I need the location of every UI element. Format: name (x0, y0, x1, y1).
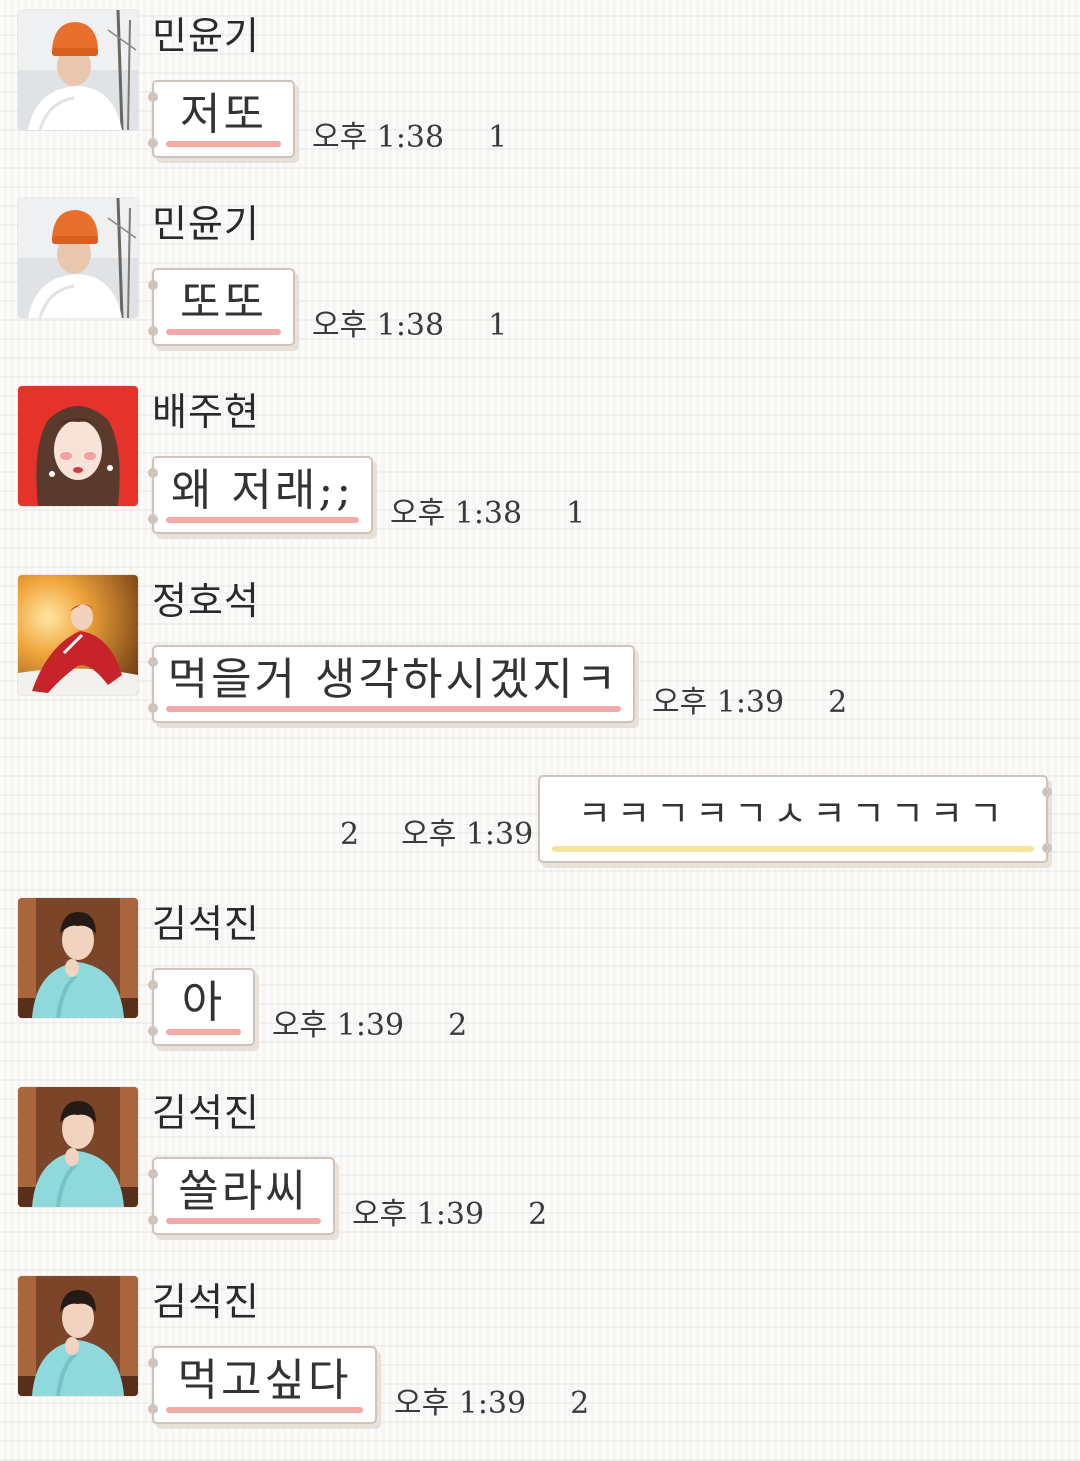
message-text: ㅋㅋㄱㅋㄱㅅㅋㄱㄱㅋㄱ (577, 794, 1009, 835)
avatar-orange-beanie[interactable] (18, 10, 138, 130)
profile-photo-icon (18, 386, 138, 506)
avatar-blue-sweater[interactable] (18, 1087, 138, 1207)
profile-photo-icon (18, 575, 138, 695)
highlight-underline (166, 329, 281, 335)
message-bubble[interactable]: 먹고싶다 (148, 1346, 377, 1424)
unread-count: 2 (528, 1197, 548, 1232)
profile-photo-icon (18, 10, 138, 130)
message-meta: 오후 1:38 1 (390, 496, 585, 532)
avatar-blue-sweater[interactable] (18, 898, 138, 1018)
sender-name: 배주현 (152, 390, 260, 434)
highlight-underline (166, 141, 281, 147)
unread-count: 1 (566, 496, 586, 531)
profile-photo-icon (18, 198, 138, 318)
message-time: 오후 1:39 (272, 1008, 405, 1043)
avatar-red-background[interactable] (18, 386, 138, 506)
avatar-blue-sweater[interactable] (18, 1276, 138, 1396)
chat-message-list[interactable]: 민윤기 저또 오후 1:38 1 민윤기 또또 오후 1:38 1 배주현 왜 … (0, 0, 1080, 1461)
message-meta: 오후 1:38 1 (312, 308, 507, 344)
message-text: 아 (181, 977, 226, 1028)
highlight-underline (166, 1218, 321, 1224)
message-bubble-outgoing[interactable]: ㅋㅋㄱㅋㄱㅅㅋㄱㄱㅋㄱ (538, 775, 1052, 863)
unread-count: 2 (448, 1008, 468, 1043)
sender-name: 김석진 (152, 902, 260, 946)
message-meta: 오후 1:38 1 (312, 120, 507, 156)
sender-name: 민윤기 (152, 14, 260, 58)
sender-name: 김석진 (152, 1091, 260, 1135)
message-text: 먹을거 생각하시겠지ㅋ (167, 654, 620, 705)
message-time: 오후 1:38 (312, 308, 445, 343)
message-text: 저또 (180, 89, 267, 140)
message-text: 먹고싶다 (177, 1355, 352, 1406)
unread-count: 2 (340, 817, 360, 852)
sender-name: 김석진 (152, 1280, 260, 1324)
profile-photo-icon (18, 1276, 138, 1396)
message-text: 또또 (180, 277, 267, 328)
highlight-underline (166, 517, 359, 523)
message-bubble[interactable]: 왜 저래;; (148, 456, 373, 534)
unread-count: 1 (488, 120, 508, 155)
message-time: 오후 1:39 (352, 1197, 485, 1232)
profile-photo-icon (18, 1087, 138, 1207)
message-bubble[interactable]: 아 (148, 968, 255, 1046)
sender-name: 정호석 (152, 579, 260, 623)
unread-count: 2 (828, 685, 848, 720)
message-bubble[interactable]: 먹을거 생각하시겠지ㅋ (148, 645, 635, 723)
highlight-underline (552, 846, 1034, 852)
unread-count: 2 (570, 1386, 590, 1421)
message-time: 오후 1:39 (652, 685, 785, 720)
highlight-underline (166, 1407, 363, 1413)
message-meta: 오후 1:39 2 (352, 1197, 547, 1233)
message-time: 오후 1:39 (401, 817, 534, 852)
avatar-orange-beanie[interactable] (18, 198, 138, 318)
avatar-red-jacket-night[interactable] (18, 575, 138, 695)
highlight-underline (166, 706, 621, 712)
message-time: 오후 1:38 (390, 496, 523, 531)
sender-name: 민윤기 (152, 202, 260, 246)
message-bubble[interactable]: 쏠라씨 (148, 1157, 335, 1235)
message-text: 왜 저래;; (170, 465, 355, 516)
message-meta: 오후 1:39 2 (394, 1386, 589, 1422)
highlight-underline (166, 1029, 241, 1035)
message-meta: 2 오후 1:39 (340, 817, 533, 853)
profile-photo-icon (18, 898, 138, 1018)
message-time: 오후 1:38 (312, 120, 445, 155)
message-bubble[interactable]: 저또 (148, 80, 295, 158)
message-text: 쏠라씨 (178, 1166, 309, 1217)
unread-count: 1 (488, 308, 508, 343)
message-time: 오후 1:39 (394, 1386, 527, 1421)
message-bubble[interactable]: 또또 (148, 268, 295, 346)
message-meta: 오후 1:39 2 (272, 1008, 467, 1044)
message-meta: 오후 1:39 2 (652, 685, 847, 721)
